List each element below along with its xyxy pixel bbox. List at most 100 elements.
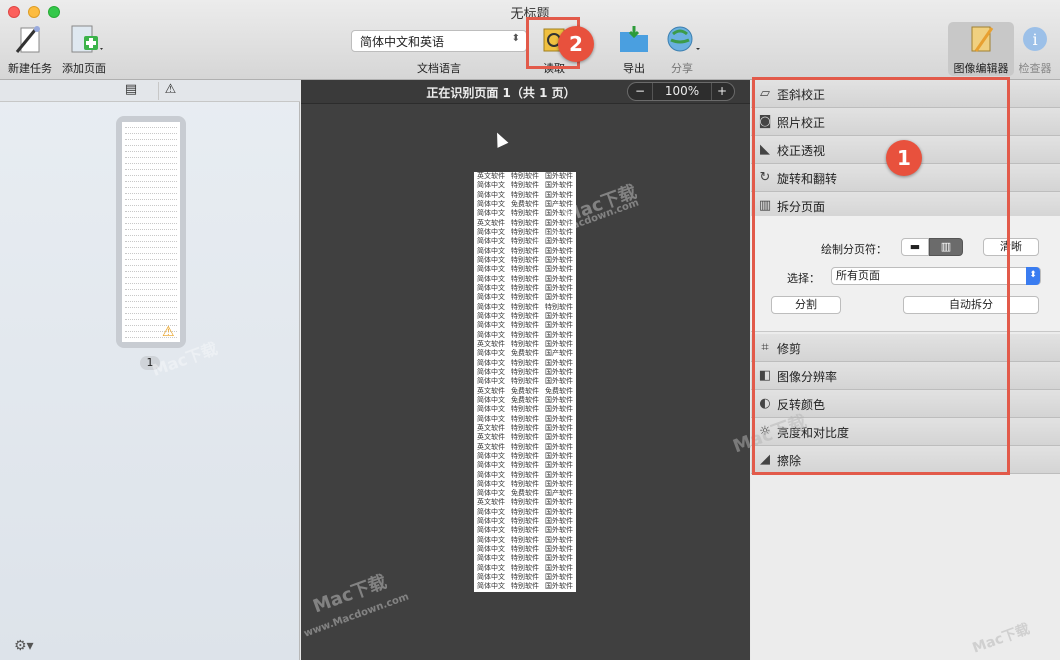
page-text-cell: 简体中文 — [477, 302, 505, 311]
page-text-row: 简体中文 免费软件 国产软件 — [474, 349, 576, 358]
inspector-button[interactable]: i 检查器 — [1014, 24, 1056, 76]
page-text-cell: 特别软件 — [511, 358, 539, 367]
info-icon: i — [1023, 27, 1047, 51]
image-editor-button[interactable]: 图像编辑器 — [948, 22, 1014, 76]
page-text-cell: 国外软件 — [545, 405, 573, 414]
export-button[interactable]: 导出 — [614, 24, 654, 76]
image-editor-icon — [971, 26, 994, 52]
page-text-row: 英文软件 特别软件 国外软件 — [474, 172, 576, 181]
page-text-cell: 特别软件 — [511, 554, 539, 563]
page-text-cell: 国外软件 — [545, 582, 573, 591]
mouse-pointer-icon — [491, 130, 509, 148]
page-text-cell: 特别软件 — [511, 265, 539, 274]
page-text-cell: 英文软件 — [477, 339, 505, 348]
new-task-button[interactable]: 新建任务 — [6, 24, 54, 76]
page-text-cell: 简体中文 — [477, 535, 505, 544]
page-text-cell: 英文软件 — [477, 442, 505, 451]
page-text-cell: 国产软件 — [545, 349, 573, 358]
document-language-select[interactable]: 简体中文和英语 ⬍ — [351, 30, 527, 52]
page-text-cell: 国外软件 — [545, 283, 573, 292]
page-text-row: 简体中文 特别软件 国外软件 — [474, 275, 576, 284]
page-text-cell: 国外软件 — [545, 367, 573, 376]
image-editor-highlight-box — [752, 77, 1010, 475]
page-text-cell: 国外软件 — [545, 414, 573, 423]
page-text-cell: 简体中文 — [477, 582, 505, 591]
zoom-out-button[interactable]: − — [628, 83, 652, 100]
pages-sidebar: ▤ ⚠ ⚠ 1 ⚙▾ Mac下载 — [0, 80, 300, 660]
page-text-cell: 简体中文 — [477, 237, 505, 246]
page-text-cell: 国外软件 — [545, 535, 573, 544]
share-button[interactable]: 分享 — [660, 24, 704, 76]
export-folder-icon — [620, 26, 648, 52]
page-text-cell: 国外软件 — [545, 573, 573, 582]
page-text-cell: 英文软件 — [477, 218, 505, 227]
page-text-cell: 特别软件 — [511, 582, 539, 591]
page-text-cell: 英文软件 — [477, 498, 505, 507]
document-language-label: 文档语言 — [417, 62, 461, 75]
page-text-row: 英文软件 特别软件 国外软件 — [474, 433, 576, 442]
page-text-cell: 英文软件 — [477, 433, 505, 442]
page-text-cell: 国外软件 — [545, 470, 573, 479]
page-text-cell: 特别软件 — [511, 255, 539, 264]
page-text-cell: 国外软件 — [545, 517, 573, 526]
page-text-cell: 特别软件 — [511, 461, 539, 470]
page-text-cell: 特别软件 — [511, 498, 539, 507]
page-text-cell: 特别软件 — [545, 302, 573, 311]
page-text-row: 简体中文 特别软件 国外软件 — [474, 545, 576, 554]
page-thumbnail[interactable]: ⚠ — [116, 116, 186, 348]
page-text-row: 简体中文 特别软件 国外软件 — [474, 191, 576, 200]
page-text-row: 简体中文 特别软件 国外软件 — [474, 256, 576, 265]
pages-tab-document-icon[interactable]: ▤ — [122, 82, 140, 100]
page-text-row: 简体中文 特别软件 国外软件 — [474, 480, 576, 489]
add-page-button[interactable]: 添加页面 — [58, 24, 110, 76]
page-text-row: 简体中文 特别软件 国外软件 — [474, 461, 576, 470]
page-text-row: 简体中文 特别软件 国外软件 — [474, 237, 576, 246]
page-text-cell: 简体中文 — [477, 358, 505, 367]
page-text-row: 简体中文 特别软件 国外软件 — [474, 368, 576, 377]
page-text-row: 简体中文 特别软件 国外软件 — [474, 582, 576, 591]
page-text-cell: 简体中文 — [477, 461, 505, 470]
page-text-cell: 简体中文 — [477, 349, 505, 358]
page-text-cell: 简体中文 — [477, 563, 505, 572]
page-text-row: 简体中文 特别软件 国外软件 — [474, 312, 576, 321]
page-text-row: 简体中文 特别软件 国外软件 — [474, 293, 576, 302]
page-text-cell: 免费软件 — [545, 386, 573, 395]
add-page-label: 添加页面 — [62, 62, 106, 75]
new-task-label: 新建任务 — [8, 62, 52, 75]
export-label: 导出 — [623, 62, 645, 75]
page-text-cell: 国外软件 — [545, 330, 573, 339]
page-text-cell: 简体中文 — [477, 293, 505, 302]
page-text-row: 简体中文 特别软件 国外软件 — [474, 377, 576, 386]
page-text-row: 简体中文 特别软件 国外软件 — [474, 452, 576, 461]
document-view[interactable]: 正在识别页面 1（共 1 页） − 100% + 英文软件 特别软件 国外软件 简体中… — [301, 80, 750, 660]
warnings-tab-icon[interactable]: ⚠ — [158, 82, 182, 100]
page-text-cell: 国外软件 — [545, 563, 573, 572]
page-text-cell: 简体中文 — [477, 554, 505, 563]
step-badge-2: 2 — [558, 26, 594, 62]
page-text-cell: 特别软件 — [511, 470, 539, 479]
page-text-cell: 国外软件 — [545, 293, 573, 302]
page-text-cell: 简体中文 — [477, 479, 505, 488]
page-text-cell: 国外软件 — [545, 377, 573, 386]
image-editor-label: 图像编辑器 — [953, 62, 1009, 75]
zoom-in-button[interactable]: + — [710, 83, 734, 100]
page-text-row: 简体中文 特别软件 国外软件 — [474, 564, 576, 573]
page-text-cell: 特别软件 — [511, 433, 539, 442]
page-text-cell: 特别软件 — [511, 330, 539, 339]
page-text-row: 简体中文 特别软件 国外软件 — [474, 247, 576, 256]
page-text-cell: 简体中文 — [477, 311, 505, 320]
page-text-cell: 特别软件 — [511, 526, 539, 535]
page-text-row: 简体中文 免费软件 国外软件 — [474, 396, 576, 405]
zoom-control: − 100% + — [627, 82, 735, 101]
page-text-cell: 国外软件 — [545, 498, 573, 507]
zoom-level-select[interactable]: 100% — [652, 83, 712, 100]
page-text-cell: 特别软件 — [511, 302, 539, 311]
gear-icon[interactable]: ⚙▾ — [14, 638, 34, 654]
inspector-label: 检查器 — [1018, 62, 1052, 75]
page-text-cell: 简体中文 — [477, 227, 505, 236]
page-text-row: 英文软件 特别软件 国外软件 — [474, 340, 576, 349]
page-text-cell: 简体中文 — [477, 405, 505, 414]
page-text-cell: 国外软件 — [545, 274, 573, 283]
page-text-cell: 国产软件 — [545, 489, 573, 498]
page-text-cell: 国外软件 — [545, 321, 573, 330]
